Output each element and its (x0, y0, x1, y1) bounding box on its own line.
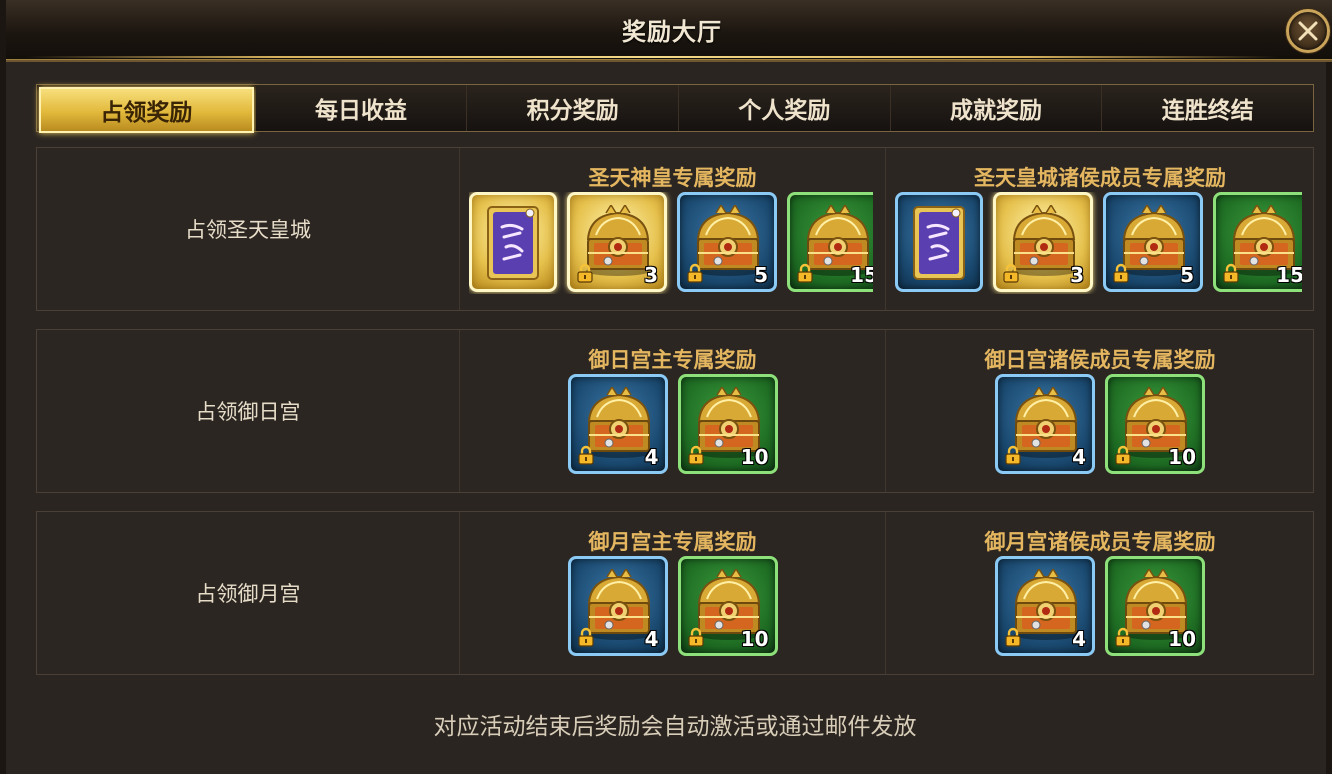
item-count: 4 (1072, 445, 1086, 469)
reward-group-title: 御月宫主专属奖励 (588, 530, 757, 554)
row-label: 占领御月宫 (37, 512, 460, 674)
item-count: 15 (1276, 263, 1302, 287)
reward-group: 御月宫诸侯成员专属奖励 4 10 (886, 512, 1314, 674)
tab-points-rewards[interactable]: 积分奖励 (467, 85, 680, 131)
reward-group-title: 御日宫主专属奖励 (588, 348, 757, 372)
reward-item-chest[interactable]: 15 (1213, 192, 1302, 292)
reward-group: 御日宫诸侯成员专属奖励 4 10 (886, 330, 1314, 492)
reward-item-chest[interactable]: 4 (995, 556, 1095, 656)
lock-icon (797, 263, 813, 283)
reward-item-scroll[interactable] (895, 192, 983, 292)
reward-item-chest[interactable]: 4 (567, 374, 668, 474)
lock-icon (577, 627, 594, 647)
lock-icon (1003, 263, 1019, 283)
item-count: 4 (644, 627, 659, 651)
reward-group: 御月宫主专属奖励 4 10 (460, 512, 886, 674)
item-count: 10 (1168, 627, 1196, 651)
lock-icon (577, 263, 593, 283)
lock-icon (687, 263, 703, 283)
item-count: 10 (740, 627, 769, 651)
reward-items: 3 5 15 (469, 192, 873, 294)
row-yu-ri-palace: 占领御日宫 御日宫主专属奖励 4 10 御日宫诸侯成员专属奖励 4 10 (36, 329, 1314, 493)
row-label: 占领御日宫 (37, 330, 460, 492)
reward-item-chest[interactable]: 4 (567, 556, 668, 656)
tab-occupation-rewards[interactable]: 占领奖励 (39, 87, 254, 133)
title-bar: 奖励大厅 (6, 0, 1332, 62)
reward-group-title: 圣天皇城诸侯成员专属奖励 (974, 166, 1226, 190)
reward-item-chest[interactable]: 10 (1105, 556, 1205, 656)
close-button[interactable] (1286, 9, 1330, 53)
scroll-icon (487, 206, 539, 280)
lock-icon (1223, 263, 1239, 283)
row-yu-yue-palace: 占领御月宫 御月宫主专属奖励 4 10 御月宫诸侯成员专属奖励 4 10 (36, 511, 1314, 675)
lock-icon (1005, 627, 1021, 647)
reward-items: 4 10 (460, 374, 885, 476)
item-count: 5 (1180, 263, 1194, 287)
item-count: 4 (1072, 627, 1086, 651)
reward-items: 4 10 (460, 556, 885, 658)
lock-icon (687, 445, 704, 465)
tab-streak-end[interactable]: 连胜终结 (1102, 85, 1314, 131)
row-label: 占领圣天皇城 (37, 148, 460, 310)
reward-items: 4 10 (886, 374, 1314, 476)
reward-item-chest[interactable]: 10 (1105, 374, 1205, 474)
lock-icon (1005, 445, 1021, 465)
item-count: 4 (644, 445, 659, 469)
reward-items: 4 10 (886, 556, 1314, 658)
row-sheng-tian-imperial-city: 占领圣天皇城 圣天神皇专属奖励 3 5 1 圣天皇城诸侯成员专属奖励 3 5 1… (36, 147, 1314, 311)
reward-group: 御日宫主专属奖励 4 10 (460, 330, 886, 492)
tab-personal-rewards[interactable]: 个人奖励 (679, 85, 891, 131)
lock-icon (1115, 445, 1131, 465)
reward-item-chest[interactable]: 3 (993, 192, 1093, 292)
item-count: 3 (1070, 263, 1084, 287)
reward-item-chest[interactable]: 5 (1103, 192, 1203, 292)
tab-achievement-rewards[interactable]: 成就奖励 (890, 85, 1103, 131)
tab-daily-income[interactable]: 每日收益 (255, 85, 468, 131)
item-count: 3 (644, 263, 658, 287)
footer-note: 对应活动结束后奖励会自动激活或通过邮件发放 (433, 714, 917, 740)
item-count: 10 (740, 445, 769, 469)
item-count: 5 (754, 263, 768, 287)
tab-bar: 占领奖励 每日收益 积分奖励 个人奖励 成就奖励 连胜终结 (36, 84, 1314, 133)
lock-icon (687, 627, 704, 647)
reward-items: 3 5 15 (895, 192, 1302, 294)
lock-icon (1115, 627, 1131, 647)
reward-group-title: 御日宫诸侯成员专属奖励 (984, 348, 1216, 372)
reward-item-chest[interactable]: 10 (677, 374, 778, 474)
lock-icon (577, 445, 594, 465)
reward-item-chest[interactable]: 15 (787, 192, 873, 292)
reward-group: 圣天皇城诸侯成员专属奖励 3 5 15 (886, 148, 1314, 310)
item-count: 15 (850, 263, 873, 287)
window-title: 奖励大厅 (622, 18, 722, 46)
reward-item-chest[interactable]: 3 (567, 192, 667, 292)
reward-group-title: 御月宫诸侯成员专属奖励 (984, 530, 1216, 554)
reward-item-chest[interactable]: 4 (995, 374, 1095, 474)
reward-hall-window: 奖励大厅 占领奖励 每日收益 积分奖励 个人奖励 成就奖励 连胜终结 占领圣天皇城 圣天神皇… (0, 0, 1332, 774)
reward-group-title: 圣天神皇专属奖励 (588, 166, 757, 190)
close-icon (1298, 21, 1318, 41)
reward-group: 圣天神皇专属奖励 3 5 1 (460, 148, 886, 310)
reward-item-scroll[interactable] (469, 192, 557, 292)
item-count: 10 (1168, 445, 1196, 469)
reward-item-chest[interactable]: 10 (677, 556, 778, 656)
reward-item-chest[interactable]: 5 (677, 192, 777, 292)
lock-icon (1113, 263, 1129, 283)
scroll-icon (913, 206, 965, 280)
